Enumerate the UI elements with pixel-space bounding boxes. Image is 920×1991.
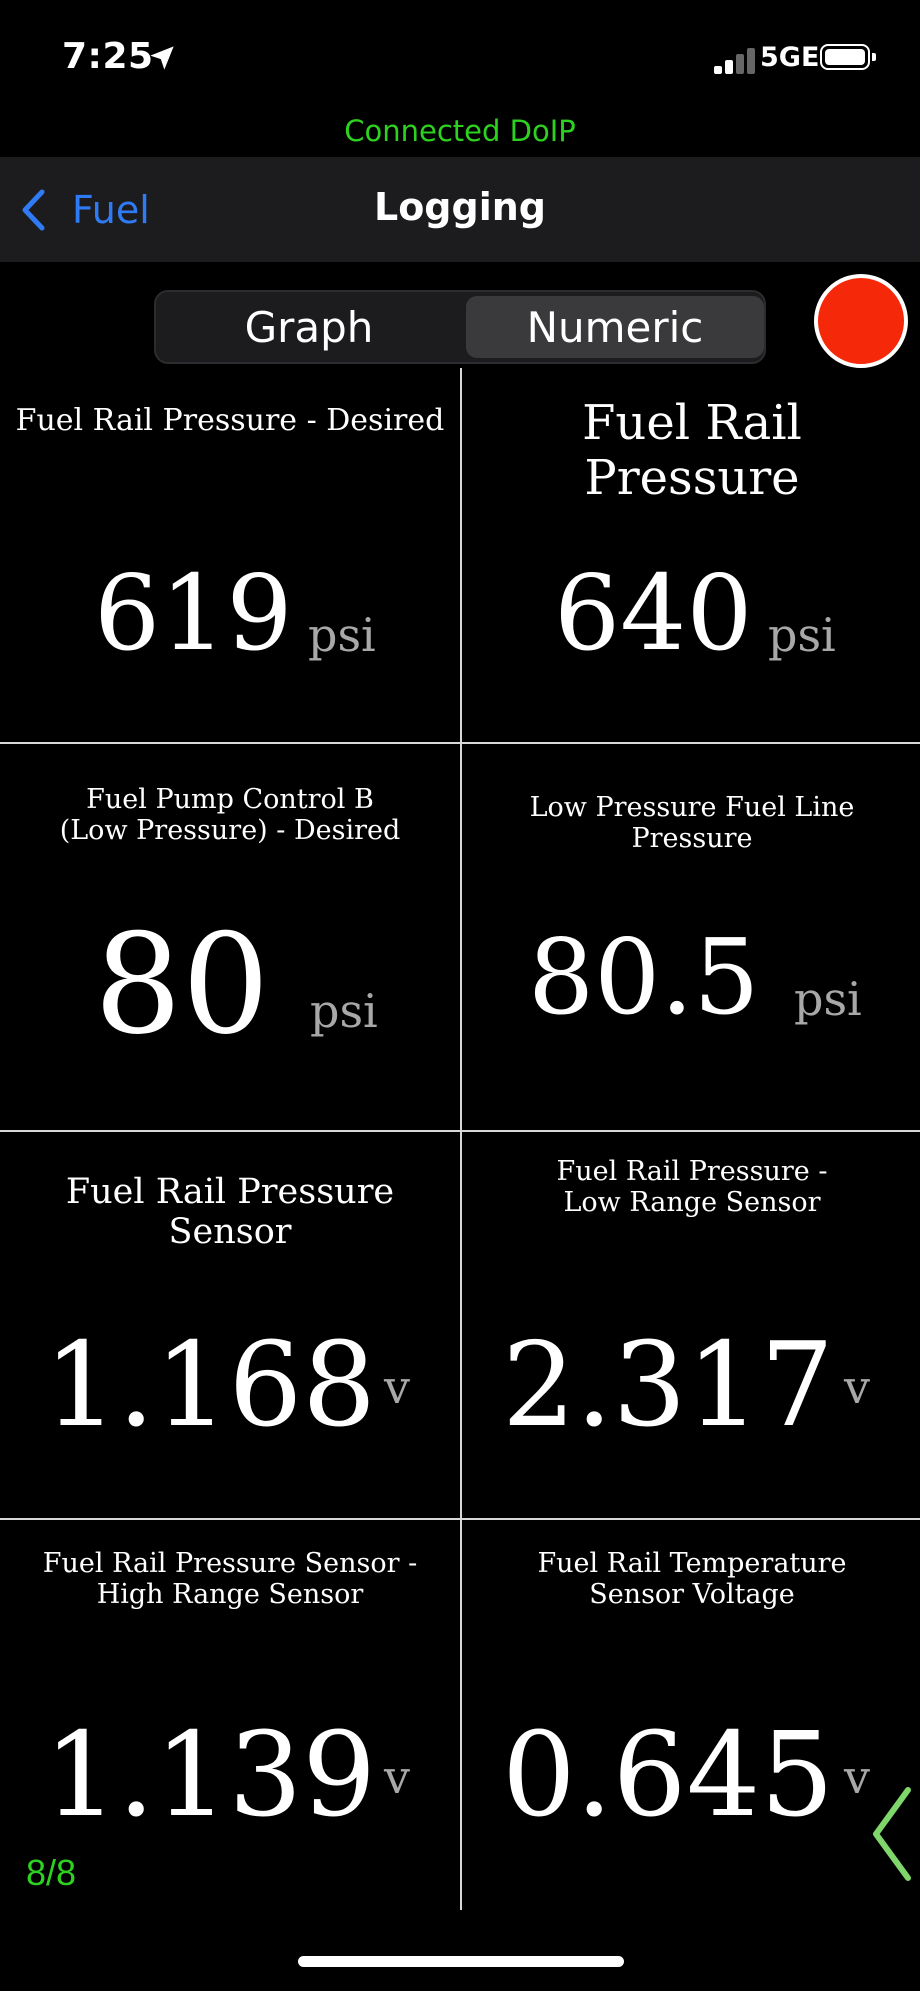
status-time: 7:25 (62, 36, 154, 77)
tile-unit: v (844, 1750, 870, 1804)
tile-unit: psi (794, 972, 862, 1026)
tile-unit: psi (768, 608, 836, 662)
tile-fuel-rail-temperature-sensor-voltage[interactable]: Fuel Rail Temperature Sensor Voltage 0.6… (462, 1520, 920, 1908)
chevron-left-icon[interactable] (868, 1786, 914, 1882)
record-button[interactable] (814, 274, 908, 368)
tile-value: 80.5 (528, 916, 760, 1038)
tile-fuel-rail-pressure[interactable]: Fuel Rail Pressure 640 psi (462, 368, 920, 756)
home-indicator (298, 1956, 624, 1967)
tile-value: 0.645 (502, 1708, 835, 1843)
tile-low-pressure-fuel-line-pressure[interactable]: Low Pressure Fuel Line Pressure 80.5 psi (462, 744, 920, 1132)
tile-value: 640 (554, 552, 753, 674)
tile-label: Fuel Pump Control B (Low Pressure) - Des… (59, 784, 401, 847)
page-indicator: 8/8 (26, 1852, 77, 1893)
tile-unit: psi (308, 608, 376, 662)
tile-fuel-pump-control-b-desired[interactable]: Fuel Pump Control B (Low Pressure) - Des… (0, 744, 460, 1132)
graph-segment[interactable]: Graph (160, 296, 458, 358)
tile-fuel-rail-pressure-sensor[interactable]: Fuel Rail Pressure Sensor 1.168 v (0, 1132, 460, 1520)
numeric-tiles-grid: Fuel Rail Pressure - Desired 619 psi Fue… (0, 368, 920, 1910)
tile-value: 1.139 (44, 1708, 377, 1843)
status-bar: 7:25 5GE (0, 0, 920, 118)
tile-label: Fuel Rail Pressure - Low Range Sensor (556, 1156, 828, 1219)
page-title: Logging (373, 185, 546, 229)
tile-label: Low Pressure Fuel Line Pressure (529, 792, 855, 855)
tile-value: 80 (94, 904, 270, 1065)
view-mode-segmented-control: Graph Numeric (154, 290, 766, 364)
tile-fuel-rail-pressure-sensor-high-range[interactable]: Fuel Rail Pressure Sensor - High Range S… (0, 1520, 460, 1908)
tile-label: Fuel Rail Pressure Sensor (65, 1172, 395, 1253)
battery-icon (820, 44, 876, 70)
tile-value: 619 (94, 552, 293, 674)
tile-label: Fuel Rail Pressure Sensor - High Range S… (42, 1548, 418, 1611)
network-type: 5GE (760, 42, 820, 73)
tile-unit: v (384, 1360, 410, 1414)
navigation-bar: Fuel Logging (0, 157, 920, 262)
tile-fuel-rail-pressure-low-range-sensor[interactable]: Fuel Rail Pressure - Low Range Sensor 2.… (462, 1132, 920, 1520)
tile-unit: psi (310, 984, 378, 1038)
connection-status: Connected DoIP (344, 114, 576, 148)
tile-label: Fuel Rail Temperature Sensor Voltage (537, 1548, 847, 1611)
tile-label: Fuel Rail Pressure - Desired (15, 403, 445, 438)
tile-unit: v (384, 1750, 410, 1804)
numeric-segment[interactable]: Numeric (466, 296, 764, 358)
tile-unit: v (844, 1360, 870, 1414)
tile-value: 2.317 (502, 1318, 835, 1453)
tile-label: Fuel Rail Pressure (582, 395, 802, 507)
tile-value: 1.168 (44, 1318, 377, 1453)
location-arrow-icon (150, 46, 174, 70)
cellular-signal-icon (714, 46, 758, 74)
tile-fuel-rail-pressure-desired[interactable]: Fuel Rail Pressure - Desired 619 psi (0, 368, 460, 756)
